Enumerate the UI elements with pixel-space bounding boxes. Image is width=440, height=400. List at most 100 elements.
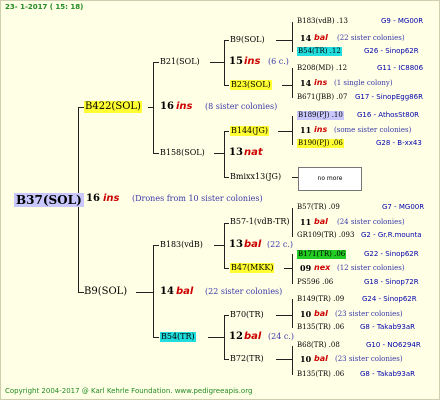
- queen-bmixx13[interactable]: Bmixx13(JG): [230, 173, 281, 181]
- connector: [153, 153, 159, 154]
- connector: [224, 85, 229, 86]
- connector: [276, 315, 293, 316]
- gen-b422: 16: [160, 101, 174, 112]
- gen-right: 14: [300, 33, 312, 43]
- connector: [224, 223, 225, 269]
- note-right: (24 sister colonies): [337, 218, 405, 226]
- ancestor-ref: G11 - IC8806: [377, 64, 424, 72]
- ancestor-ref: G18 - Sinop72R: [364, 278, 419, 286]
- note-right: (1 single colony): [334, 79, 393, 87]
- gen-b9: 14: [160, 286, 174, 297]
- ancestor-gr109[interactable]: GR109(TR) .093: [297, 232, 354, 239]
- ancestor-b208[interactable]: B208(MD) .12: [297, 65, 347, 72]
- ancestor-ref: G16 - AthosSt80R: [357, 111, 420, 119]
- connector: [224, 223, 229, 224]
- gen-right: 14: [300, 78, 312, 88]
- ancestor-ref: G17 - SinopEgg86R: [355, 93, 423, 101]
- ancestor-ps596[interactable]: PS596 .06: [297, 279, 333, 286]
- ancestor-ref: G28 - B-xx43: [376, 139, 422, 147]
- note-b21: (6 c.): [268, 57, 289, 66]
- queen-b47[interactable]: B47(MKK): [230, 263, 275, 273]
- note-right: (12 sister colonies): [337, 264, 405, 272]
- ancestor-b135[interactable]: B135(TR) .06: [297, 371, 344, 378]
- connector: [153, 62, 159, 63]
- connector: [136, 292, 154, 293]
- ins-right: bal: [314, 217, 328, 226]
- connector: [284, 268, 293, 269]
- connector: [224, 315, 229, 316]
- ancestor-ref: G26 - Sinop62R: [364, 47, 419, 55]
- ins-right: bal: [314, 33, 328, 42]
- ancestor-b68[interactable]: B68(TR) .08: [297, 342, 340, 349]
- queen-b57-1[interactable]: B57-1(vdB-TR): [230, 218, 290, 226]
- ancestor-b183[interactable]: B183(vdB) .13: [297, 18, 348, 25]
- ancestor-ref: G2 - Gr.R.mounta: [361, 231, 422, 239]
- queen-b23[interactable]: B23(SOL): [230, 80, 272, 90]
- connector: [292, 208, 293, 237]
- queen-b21[interactable]: B21(SOL): [160, 58, 200, 66]
- root-generation: 16: [86, 193, 100, 204]
- ancestor-b57[interactable]: B57(TR) .09: [297, 204, 340, 211]
- ancestor-b54[interactable]: B54(TR) .12: [297, 47, 342, 56]
- note-right: (23 sister colonies): [335, 310, 403, 318]
- queen-b9-sol[interactable]: B9(SOL): [84, 287, 127, 297]
- ancestor-b135[interactable]: B135(TR) .06: [297, 324, 344, 331]
- ins-b21: ins: [244, 56, 261, 67]
- gen-right: 09: [300, 263, 312, 273]
- root-insemination: ins: [103, 193, 120, 204]
- ins-right: ins: [314, 125, 328, 134]
- queen-b422[interactable]: B422(SOL): [84, 101, 142, 113]
- connector: [276, 40, 293, 41]
- ancestor-b190[interactable]: B190(PJ) .06: [297, 139, 344, 148]
- connector: [210, 62, 225, 63]
- connector: [153, 337, 159, 338]
- connector: [292, 346, 293, 375]
- queen-b144[interactable]: B144(JG): [230, 126, 269, 136]
- queen-b183[interactable]: B183(vdB): [160, 241, 203, 249]
- ins-b9: bal: [176, 286, 194, 297]
- connector: [292, 68, 293, 98]
- queen-b9-l3[interactable]: B9(SOL): [230, 36, 265, 44]
- ancestor-b671[interactable]: B671(JBB) .07: [297, 94, 347, 101]
- ancestor-b189[interactable]: B189(PJ) .10: [297, 111, 344, 120]
- header-date: 23- 1-2017 ( 15: 18): [5, 3, 84, 11]
- connector: [153, 245, 159, 246]
- connector: [153, 62, 154, 154]
- footer-copyright: Copyright 2004-2017 @ Karl Kehrle Founda…: [5, 387, 253, 395]
- gen-b54: 12: [229, 331, 243, 342]
- connector: [224, 268, 229, 269]
- note-right: (23 sister colonies): [335, 355, 403, 363]
- ancestor-ref: G10 - NO6294R: [366, 341, 421, 349]
- ancestor-ref: G8 - Takab93aR: [360, 323, 415, 331]
- connector: [292, 22, 293, 52]
- ins-right: nex: [314, 263, 331, 272]
- ancestor-b149[interactable]: B149(TR) .09: [297, 296, 344, 303]
- ancestor-ref: G7 - MG00R: [382, 203, 425, 211]
- ancestor-ref: G9 - MG00R: [381, 17, 424, 25]
- ancestor-b171[interactable]: B171(TR) .06: [297, 250, 347, 259]
- gen-b21: 15: [229, 56, 243, 67]
- connector: [148, 107, 154, 108]
- queen-b54[interactable]: B54(TR): [160, 332, 196, 342]
- gen-b183: 13: [229, 239, 243, 250]
- ins-right: bal: [314, 354, 328, 363]
- queen-b70[interactable]: B70(TR): [230, 311, 264, 319]
- gen-right: 10: [300, 354, 312, 364]
- queen-b72[interactable]: B72(TR): [230, 355, 264, 363]
- connector: [224, 40, 225, 86]
- note-b9: (22 sister colonies): [205, 287, 283, 296]
- ins-right: ins: [314, 78, 328, 87]
- ancestor-ref: G24 - Sinop62R: [362, 295, 417, 303]
- note-right: (some sister colonies): [334, 126, 412, 134]
- root-queen[interactable]: B37(SOL): [14, 193, 84, 207]
- no-more-box: no more: [298, 167, 362, 191]
- note-b54: (24 c.): [268, 332, 294, 341]
- root-sister-note: (Drones from 10 sister colonies): [132, 194, 263, 203]
- queen-b158[interactable]: B158(SOL): [160, 149, 205, 157]
- ins-b183: bal: [244, 239, 262, 250]
- connector: [292, 254, 293, 284]
- ins-b54: bal: [244, 331, 262, 342]
- connector: [208, 337, 225, 338]
- connector: [224, 131, 225, 178]
- connector: [224, 359, 229, 360]
